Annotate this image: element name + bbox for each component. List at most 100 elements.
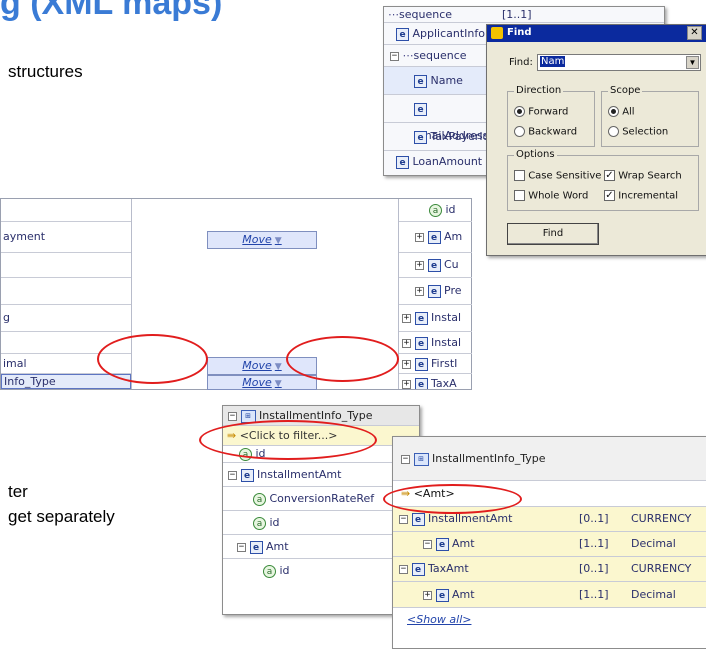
move-transform-button[interactable]: Move ▼ [207,375,317,390]
element-icon: e [414,336,428,350]
attribute-icon: a [253,516,266,530]
case-sensitive-checkbox[interactable]: Case Sensitive [514,170,601,182]
tree-row[interactable]: e LoanAmount [384,151,494,175]
move-transform-button[interactable]: Move ▼ [207,231,317,249]
all-radio[interactable]: All [608,106,635,118]
scope-group: Scope All Selection [601,85,699,147]
attribute-icon: a [253,492,266,506]
expand-icon[interactable]: + [415,286,424,296]
filter-tree-row[interactable]: a id [223,511,419,535]
source-row[interactable]: ayment [1,222,131,253]
element-icon: e [240,468,254,482]
collapse-icon[interactable]: − [228,411,237,421]
slide-text-get-separately: get separately [8,507,115,526]
expand-icon[interactable]: + [415,232,424,242]
target-row[interactable]: + e Instal [399,332,472,354]
find-label: Find: [509,57,533,68]
source-row[interactable]: g [1,305,131,332]
element-icon: e [435,588,449,602]
collapse-icon[interactable]: − [423,539,432,549]
target-row[interactable]: + e FirstI [399,354,472,374]
checkbox-icon[interactable] [514,190,525,201]
collapse-icon[interactable]: − [399,564,408,574]
element-icon: e [414,357,428,371]
radio-selected-icon[interactable] [608,106,619,117]
element-icon: e [396,27,409,41]
element-icon: e [414,377,428,389]
chevron-down-icon[interactable]: ▼ [275,236,282,246]
slide-title: g (XML maps) [0,0,223,22]
selection-radio[interactable]: Selection [608,126,668,138]
collapse-icon[interactable]: − [401,454,410,464]
target-row[interactable]: + e Instal [399,305,472,332]
result-header[interactable]: − ⊞ InstallmentInfo_Type [393,437,706,481]
expand-icon[interactable]: + [415,260,424,270]
filter-tree-row[interactable]: − e InstallmentAmt [223,463,419,487]
collapse-icon[interactable]: − [390,51,399,61]
filtered-result-panel: − ⊞ InstallmentInfo_Type ⇛ <Amt> − e Ins… [392,436,706,649]
close-icon[interactable]: ✕ [687,26,702,40]
highlight-oval [199,420,377,460]
source-row[interactable] [1,253,131,278]
collapse-icon[interactable]: − [399,514,408,524]
element-icon: e [427,284,441,298]
element-icon: e [396,155,409,169]
backward-radio[interactable]: Backward [514,126,577,138]
attribute-icon: a [263,564,276,578]
target-row[interactable]: + e Pre [399,278,472,305]
options-group: Options Case Sensitive ✓ Wrap Search Who… [507,149,699,211]
target-row[interactable]: a id [399,199,472,222]
direction-label: Direction [514,85,564,96]
options-label: Options [514,149,557,160]
radio-icon[interactable] [514,126,525,137]
tree-row[interactable]: − ⋯sequence [384,45,494,67]
source-row[interactable] [1,278,131,305]
expand-icon[interactable]: + [402,359,411,369]
target-row[interactable]: + e TaxA [399,374,472,389]
checkbox-icon[interactable] [514,170,525,181]
result-row[interactable]: + e Amt [1..1] Decimal [393,582,706,608]
find-input[interactable]: Nam ▼ [537,54,701,71]
checkbox-checked-icon[interactable]: ✓ [604,170,615,181]
collapse-icon[interactable]: − [228,470,237,480]
find-input-value: Nam [540,56,566,67]
result-row[interactable]: − e Amt [1..1] Decimal [393,532,706,557]
find-button[interactable]: Find [507,223,599,245]
filter-tree-row[interactable]: − e Amt [223,535,419,559]
radio-selected-icon[interactable] [514,106,525,117]
result-row[interactable]: − e TaxAmt [0..1] CURRENCY [393,557,706,582]
chevron-down-icon[interactable]: ▼ [275,362,282,372]
expand-icon[interactable]: + [402,338,411,348]
target-column: a id + e Am + e Cu + e Pre + e Instal + … [398,199,472,389]
tree-row[interactable]: e EmailAddress [384,95,494,142]
tree-row-selected[interactable]: e Name [384,67,494,95]
element-icon: e [414,130,427,144]
target-row[interactable]: + e Am [399,222,472,253]
forward-radio[interactable]: Forward [514,106,568,118]
radio-icon[interactable] [608,126,619,137]
show-all-link[interactable]: <Show all> [407,613,471,626]
element-icon: e [411,512,425,526]
filter-tree-row[interactable]: a id [223,559,419,583]
checkbox-checked-icon[interactable]: ✓ [604,190,615,201]
direction-group: Direction Forward Backward [507,85,595,147]
slide-text-ter: ter [8,482,28,501]
chevron-down-icon[interactable]: ▼ [686,56,699,69]
expand-icon[interactable]: + [402,313,411,323]
target-row[interactable]: + e Cu [399,253,472,278]
incremental-checkbox[interactable]: ✓ Incremental [604,190,678,202]
element-icon: e [414,102,427,116]
wrap-search-checkbox[interactable]: ✓ Wrap Search [604,170,682,182]
expand-icon[interactable]: + [423,590,432,600]
expand-icon[interactable]: + [402,379,411,389]
tree-row[interactable]: ⋯sequence [1..1] [384,7,664,23]
tree-row[interactable]: e ApplicantInfo [384,23,494,45]
tree-row[interactable]: e TaxPayerId [384,123,494,151]
highlight-oval [97,334,208,384]
type-icon: ⊞ [413,452,429,466]
element-icon: e [411,562,425,576]
collapse-icon[interactable]: − [237,542,246,552]
chevron-down-icon[interactable]: ▼ [275,379,282,389]
whole-word-checkbox[interactable]: Whole Word [514,190,588,202]
source-row[interactable] [1,199,131,222]
